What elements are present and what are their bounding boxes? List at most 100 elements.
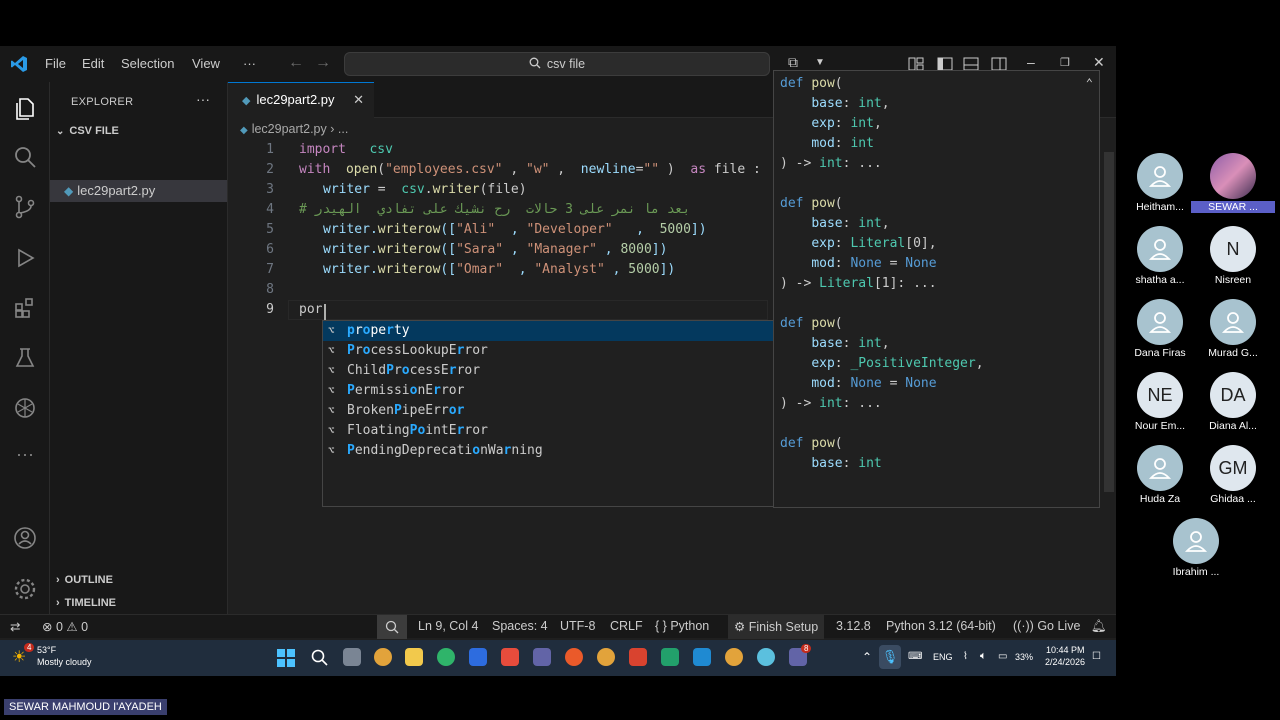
participant-tile[interactable]: Huda Za [1118,445,1202,505]
zoom-indicator[interactable] [377,615,407,639]
breadcrumb-rest[interactable]: › ... [330,122,348,136]
suggestion-item[interactable]: ⌥ PermissionError [323,381,773,401]
code-line: writer.writerow(["Sara" , "Manager" , 80… [323,242,668,257]
suggestion-item[interactable]: ⌥ ChildProcessError [323,361,773,381]
run-debug-icon[interactable] [12,245,38,271]
suggestion-item[interactable]: ⌥ ProcessLookupError [323,341,773,361]
clock-time[interactable]: 10:44 PM [1046,645,1085,655]
participant-tile[interactable]: GM Ghidaa ... [1191,445,1275,505]
copilot-chat-icon[interactable] [12,395,38,421]
menu-view[interactable]: View [192,56,220,71]
taskbar-search-icon[interactable] [311,649,328,666]
encoding[interactable]: UTF-8 [560,619,595,633]
problems-indicator[interactable]: ⊗ 0 ⚠ 0 [42,619,88,634]
scrollbar-thumb[interactable] [1104,152,1114,492]
microphone-icon[interactable]: 🎙︎ [879,645,901,669]
extensions-icon[interactable] [12,295,38,321]
back-arrow-icon[interactable]: ← [288,54,304,72]
timeline-section[interactable]: › TIMELINE [56,597,116,609]
notification-icon[interactable]: ☐ [1092,651,1101,662]
python-version[interactable]: 3.12.8 [836,619,871,633]
indentation[interactable]: Spaces: 4 [492,619,548,633]
app-icon[interactable] [661,648,679,666]
menu-selection[interactable]: Selection [121,56,174,71]
account-icon[interactable] [12,525,38,551]
python-interpreter[interactable]: Python 3.12 (64-bit) [886,619,996,633]
suggestion-item[interactable]: ⌥ property [323,321,773,341]
go-live-button[interactable]: ((·)) Go Live [1013,619,1080,633]
menu-more[interactable]: ··· [243,56,256,71]
participant-tile[interactable]: Dana Firas [1118,299,1202,359]
weather-widget[interactable]: ☀ 4 53°F Mostly cloudy [12,643,102,671]
participant-tile[interactable]: shatha a... [1118,226,1202,286]
cursor-position[interactable]: Ln 9, Col 4 [418,619,478,633]
tray-chevron-icon[interactable]: ⌃ [862,650,872,664]
teams-icon[interactable] [533,648,551,666]
explorer-more-button[interactable]: ··· [196,91,210,107]
participant-tile[interactable]: NE Nour Em... [1118,372,1202,432]
chrome-icon[interactable] [597,648,615,666]
chevron-down-icon[interactable]: ▼ [815,57,825,68]
windows-start-icon[interactable] [277,649,295,667]
testing-icon[interactable] [12,345,38,371]
finish-setup-button[interactable]: ⚙ Finish Setup [728,615,825,639]
app-icon[interactable] [629,648,647,666]
outline-section[interactable]: › OUTLINE [56,574,113,586]
code-token: ( [377,162,386,177]
chevron-up-icon[interactable]: ⌃ [1086,76,1093,90]
minimize-icon[interactable]: – [1027,54,1035,70]
suggestion-item[interactable]: ⌥ PendingDeprecationWarning [323,441,773,461]
chrome-icon[interactable] [374,648,392,666]
hover-line: def pow( [780,316,843,331]
file-item[interactable]: ◆ lec29part2.py [50,180,227,202]
forward-arrow-icon[interactable]: → [315,54,331,72]
vscode-taskbar-icon[interactable] [693,648,711,666]
line-ending[interactable]: CRLF [610,619,643,633]
folder-header[interactable]: ⌄ CSV FILE [56,125,119,137]
hover-line: def pow( [780,196,843,211]
editor-scrollbar[interactable] [1102,142,1116,614]
participant-tile[interactable]: DA Diana Al... [1191,372,1275,432]
participant-tile[interactable]: Murad G... [1191,299,1275,359]
copilot-icon[interactable]: ⧉ [788,54,798,71]
menu-edit[interactable]: Edit [82,56,104,71]
search-icon[interactable] [12,144,38,170]
code-line: writer.writerow(["Ali" , "Developer" , 5… [323,222,707,237]
volume-icon[interactable]: 🔈︎ [980,650,987,663]
participant-tile[interactable]: SEWAR ... [1191,153,1275,213]
close-tab-icon[interactable]: ✕ [353,83,364,117]
explorer-icon[interactable] [12,96,38,122]
remote-icon[interactable]: ⇄ [10,619,20,634]
task-view-icon[interactable] [343,648,361,666]
editor-tab[interactable]: ◆ lec29part2.py ✕ [228,82,374,118]
battery-icon[interactable]: ▭ [998,651,1007,662]
app-icon[interactable] [757,648,775,666]
more-views-icon[interactable]: ··· [12,444,38,470]
app-icon[interactable] [565,648,583,666]
participant-tile[interactable]: N Nisreen [1191,226,1275,286]
breadcrumb-file[interactable]: lec29part2.py [252,122,327,136]
explorer-sidebar: EXPLORER ··· ⌄ CSV FILE ◆ lec29part2.py [50,82,228,614]
code-line: writer.writerow(["Omar" , "Analyst" , 50… [323,262,676,277]
source-control-icon[interactable] [12,194,38,220]
app-icon[interactable] [501,648,519,666]
edge-icon[interactable] [437,648,455,666]
restore-icon[interactable]: ❐ [1060,56,1070,69]
language-indicator[interactable]: ENG [933,652,953,662]
notifications-bell-icon[interactable]: 🔔︎ [1091,619,1107,634]
chrome-icon[interactable] [725,648,743,666]
clock-date[interactable]: 2/24/2026 [1045,657,1085,667]
settings-gear-icon[interactable] [12,576,38,602]
wifi-icon[interactable]: ⌇ [963,651,968,662]
suggestion-item[interactable]: ⌥ BrokenPipeError [323,401,773,421]
participant-tile[interactable]: Heitham... [1118,153,1202,213]
command-center-search[interactable]: csv file [344,52,770,76]
language-mode[interactable]: { } Python [655,619,709,633]
app-icon[interactable] [469,648,487,666]
menu-file[interactable]: File [45,56,66,71]
close-window-icon[interactable]: ✕ [1093,54,1105,71]
file-explorer-icon[interactable] [405,648,423,666]
participant-tile[interactable]: Ibrahim ... [1154,518,1238,578]
keyboard-icon[interactable]: ⌨ [908,651,922,662]
suggestion-item[interactable]: ⌥ FloatingPointError [323,421,773,441]
